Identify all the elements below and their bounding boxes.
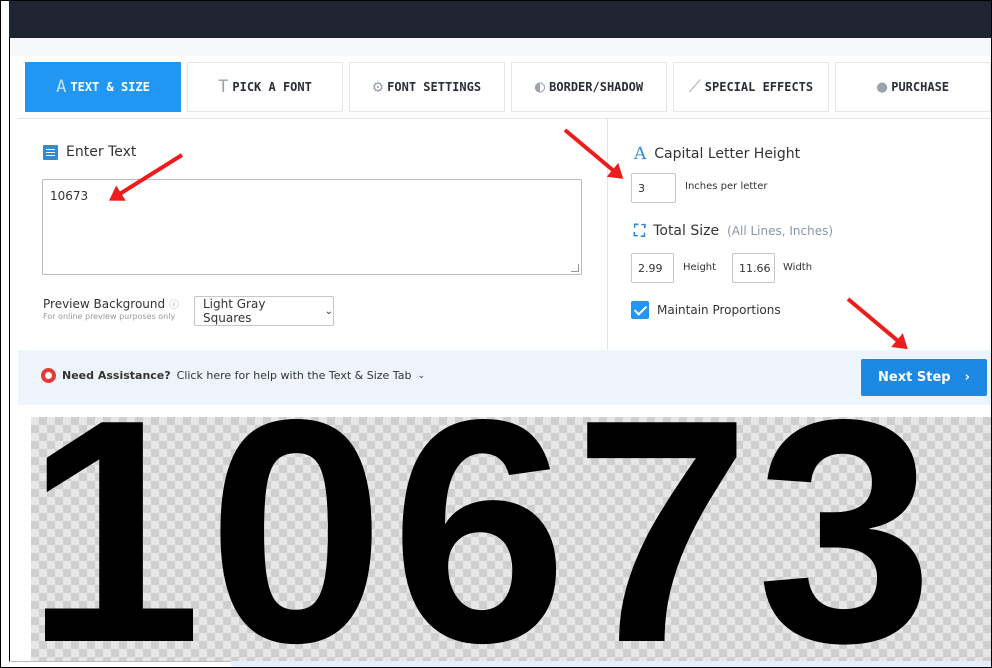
tab-label: SPECIAL EFFECTS — [704, 80, 814, 94]
text-size-icon: A — [56, 77, 67, 97]
tab-font-settings[interactable]: ⚙ FONT SETTINGS — [349, 62, 505, 112]
maintain-proportions-label: Maintain Proportions — [657, 303, 781, 317]
lifebuoy-icon — [41, 368, 56, 383]
tab-pick-a-font[interactable]: T PICK A FONT — [187, 62, 343, 112]
preview-background-select[interactable]: Light Gray Squares ⌄ — [194, 296, 334, 326]
preview-text: 10673 — [31, 417, 940, 668]
enter-text-label: Enter Text — [43, 144, 136, 160]
tab-label: FONT SETTINGS — [387, 80, 482, 94]
text-entry-value: 10673 — [50, 189, 89, 203]
border-icon: ◐ — [534, 77, 546, 97]
tab-purchase[interactable]: ● PURCHASE — [835, 62, 991, 112]
total-size-note: (All Lines, Inches) — [727, 224, 834, 238]
total-size-label-text: Total Size — [653, 223, 720, 239]
width-label: Width — [783, 262, 813, 273]
tab-border-shadow[interactable]: ◐ BORDER/SHADOW — [511, 62, 667, 112]
preview-background-label: Preview Background ⓘ — [43, 298, 179, 312]
screenshot-frame: A TEXT & SIZE T PICK A FONT ⚙ FONT SETTI… — [0, 0, 992, 668]
header-gap — [10, 38, 991, 56]
inches-per-letter-label: Inches per letter — [685, 181, 768, 192]
tab-text-size[interactable]: A TEXT & SIZE — [25, 62, 181, 112]
letter-height-icon: A — [634, 144, 647, 164]
left-rule — [9, 38, 10, 667]
top-bar — [9, 1, 991, 38]
resize-grip-icon[interactable] — [571, 264, 579, 272]
tab-label: TEXT & SIZE — [70, 80, 150, 94]
assistance-link[interactable]: Need Assistance? Click here for help wit… — [41, 368, 425, 383]
total-size-label: ⛶ Total Size (All Lines, Inches) — [634, 221, 833, 241]
wand-icon: ⟋ — [688, 77, 701, 97]
maintain-proportions-row[interactable]: Maintain Proportions — [631, 301, 781, 319]
next-step-label: Next Step — [878, 370, 951, 385]
select-value: Light Gray Squares — [203, 297, 266, 325]
preview-background-sublabel: For online preview purposes only — [43, 312, 176, 321]
capital-height-label-text: Capital Letter Height — [654, 146, 801, 162]
info-icon[interactable]: ⓘ — [169, 300, 179, 311]
total-width-value: 11.66 — [739, 261, 771, 275]
assistance-bold: Need Assistance? — [62, 369, 171, 382]
panel-divider — [607, 119, 608, 350]
total-width-input[interactable]: 11.66 — [732, 253, 775, 283]
next-step-button[interactable]: Next Step › — [861, 359, 987, 396]
height-label: Height — [683, 262, 717, 273]
step-tabs: A TEXT & SIZE T PICK A FONT ⚙ FONT SETTI… — [18, 56, 991, 119]
tab-label: BORDER/SHADOW — [549, 80, 644, 94]
font-icon: T — [218, 77, 229, 97]
total-height-value: 2.99 — [638, 261, 663, 275]
tab-special-effects[interactable]: ⟋ SPECIAL EFFECTS — [673, 62, 829, 112]
crop-icon: ⛶ — [634, 221, 646, 240]
total-height-input[interactable]: 2.99 — [631, 253, 674, 283]
assistance-text: Click here for help with the Text & Size… — [176, 369, 412, 382]
preview-background-label-text: Preview Background — [43, 297, 166, 311]
maintain-proportions-checkbox[interactable] — [631, 301, 649, 319]
chevron-right-icon: › — [964, 370, 970, 385]
bottom-tab — [9, 661, 232, 667]
bottom-strip — [231, 661, 991, 667]
tab-label: PURCHASE — [891, 80, 950, 94]
text-lines-icon — [43, 144, 58, 160]
capital-height-value: 3 — [638, 181, 645, 195]
text-preview: 10673 — [31, 417, 991, 668]
enter-text-label-text: Enter Text — [66, 144, 137, 160]
check-circle-icon: ● — [876, 77, 888, 97]
chevron-down-icon: ⌄ — [417, 370, 425, 381]
capital-height-label: A Capital Letter Height — [634, 144, 800, 164]
tab-label: PICK A FONT — [232, 80, 312, 94]
gear-icon: ⚙ — [372, 77, 384, 97]
capital-height-input[interactable]: 3 — [631, 173, 676, 203]
chevron-down-icon: ⌄ — [324, 305, 333, 317]
